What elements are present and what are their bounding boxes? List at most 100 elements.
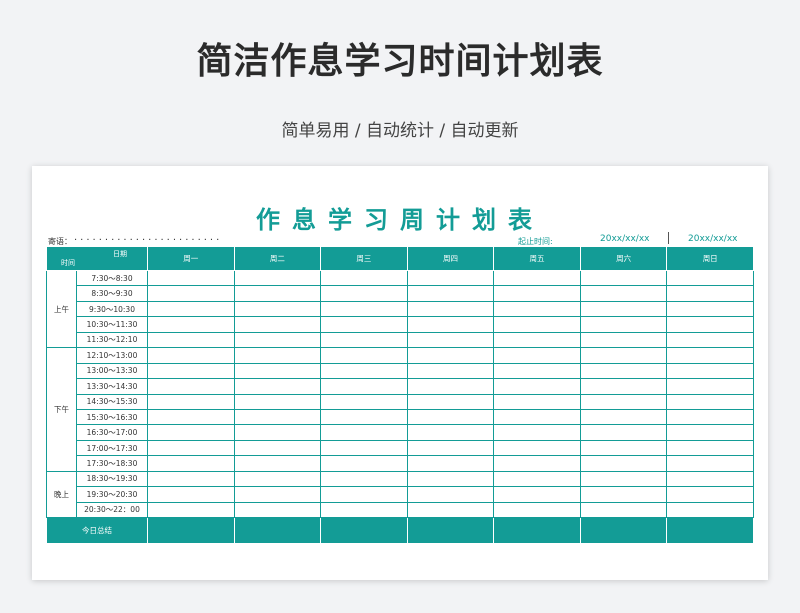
schedule-cell[interactable]	[320, 455, 408, 472]
schedule-cell[interactable]	[320, 316, 408, 333]
schedule-cell[interactable]	[493, 424, 581, 441]
schedule-cell[interactable]	[147, 424, 235, 441]
schedule-cell[interactable]	[406, 269, 495, 287]
schedule-cell[interactable]	[320, 424, 408, 441]
schedule-cell[interactable]	[320, 486, 408, 503]
schedule-cell[interactable]	[147, 378, 235, 395]
schedule-cell[interactable]	[147, 439, 235, 457]
schedule-cell[interactable]	[493, 439, 581, 457]
schedule-cell[interactable]	[666, 424, 754, 441]
summary-cell[interactable]	[147, 517, 235, 544]
schedule-cell[interactable]	[147, 285, 235, 302]
schedule-cell[interactable]	[579, 501, 668, 519]
schedule-cell[interactable]	[233, 470, 322, 488]
schedule-cell[interactable]	[406, 424, 495, 441]
schedule-cell[interactable]	[666, 300, 754, 318]
schedule-cell[interactable]	[233, 300, 322, 318]
schedule-cell[interactable]	[320, 470, 408, 488]
summary-cell[interactable]	[579, 517, 668, 544]
schedule-cell[interactable]	[320, 439, 408, 457]
schedule-cell[interactable]	[666, 486, 754, 503]
schedule-cell[interactable]	[579, 269, 668, 287]
schedule-cell[interactable]	[493, 470, 581, 488]
schedule-cell[interactable]	[493, 455, 581, 472]
schedule-cell[interactable]	[406, 347, 495, 364]
schedule-cell[interactable]	[406, 362, 495, 380]
schedule-cell[interactable]	[493, 393, 581, 410]
schedule-cell[interactable]	[579, 408, 668, 426]
schedule-cell[interactable]	[147, 408, 235, 426]
schedule-cell[interactable]	[233, 393, 322, 410]
schedule-cell[interactable]	[493, 316, 581, 333]
schedule-cell[interactable]	[666, 501, 754, 519]
schedule-cell[interactable]	[493, 347, 581, 364]
schedule-cell[interactable]	[493, 501, 581, 519]
schedule-cell[interactable]	[493, 362, 581, 380]
schedule-cell[interactable]	[579, 362, 668, 380]
schedule-cell[interactable]	[579, 424, 668, 441]
schedule-cell[interactable]	[233, 269, 322, 287]
schedule-cell[interactable]	[406, 501, 495, 519]
schedule-cell[interactable]	[320, 501, 408, 519]
schedule-cell[interactable]	[666, 316, 754, 333]
schedule-cell[interactable]	[233, 316, 322, 333]
schedule-cell[interactable]	[666, 455, 754, 472]
schedule-cell[interactable]	[406, 439, 495, 457]
schedule-cell[interactable]	[233, 378, 322, 395]
schedule-cell[interactable]	[493, 486, 581, 503]
schedule-cell[interactable]	[233, 285, 322, 302]
schedule-cell[interactable]	[147, 316, 235, 333]
schedule-cell[interactable]	[147, 455, 235, 472]
schedule-cell[interactable]	[666, 393, 754, 410]
schedule-cell[interactable]	[406, 470, 495, 488]
summary-cell[interactable]	[233, 517, 322, 544]
schedule-cell[interactable]	[320, 331, 408, 349]
schedule-cell[interactable]	[579, 300, 668, 318]
schedule-cell[interactable]	[320, 285, 408, 302]
schedule-cell[interactable]	[406, 393, 495, 410]
schedule-cell[interactable]	[147, 300, 235, 318]
schedule-cell[interactable]	[320, 408, 408, 426]
schedule-cell[interactable]	[666, 408, 754, 426]
schedule-cell[interactable]	[233, 455, 322, 472]
schedule-cell[interactable]	[666, 285, 754, 302]
schedule-cell[interactable]	[406, 408, 495, 426]
schedule-cell[interactable]	[406, 331, 495, 349]
schedule-cell[interactable]	[579, 439, 668, 457]
schedule-cell[interactable]	[233, 424, 322, 441]
date-end-field[interactable]: 20xx/xx/xx	[688, 234, 737, 244]
schedule-cell[interactable]	[493, 269, 581, 287]
schedule-cell[interactable]	[320, 300, 408, 318]
schedule-cell[interactable]	[579, 470, 668, 488]
schedule-cell[interactable]	[320, 362, 408, 380]
schedule-cell[interactable]	[406, 300, 495, 318]
schedule-cell[interactable]	[233, 486, 322, 503]
schedule-cell[interactable]	[233, 362, 322, 380]
schedule-cell[interactable]	[320, 269, 408, 287]
schedule-cell[interactable]	[233, 408, 322, 426]
schedule-cell[interactable]	[666, 362, 754, 380]
schedule-cell[interactable]	[233, 331, 322, 349]
schedule-cell[interactable]	[406, 316, 495, 333]
summary-cell[interactable]	[320, 517, 408, 544]
schedule-cell[interactable]	[320, 393, 408, 410]
schedule-cell[interactable]	[147, 486, 235, 503]
schedule-cell[interactable]	[579, 316, 668, 333]
schedule-cell[interactable]	[666, 269, 754, 287]
schedule-cell[interactable]	[147, 347, 235, 364]
schedule-cell[interactable]	[666, 378, 754, 395]
schedule-cell[interactable]	[666, 331, 754, 349]
schedule-cell[interactable]	[147, 393, 235, 410]
summary-cell[interactable]	[493, 517, 581, 544]
schedule-cell[interactable]	[147, 362, 235, 380]
schedule-cell[interactable]	[579, 455, 668, 472]
date-start-field[interactable]: 20xx/xx/xx	[600, 234, 649, 244]
schedule-cell[interactable]	[233, 439, 322, 457]
summary-cell[interactable]	[666, 517, 754, 544]
schedule-cell[interactable]	[493, 331, 581, 349]
schedule-cell[interactable]	[233, 347, 322, 364]
schedule-cell[interactable]	[579, 393, 668, 410]
schedule-cell[interactable]	[493, 285, 581, 302]
schedule-cell[interactable]	[147, 501, 235, 519]
schedule-cell[interactable]	[579, 331, 668, 349]
